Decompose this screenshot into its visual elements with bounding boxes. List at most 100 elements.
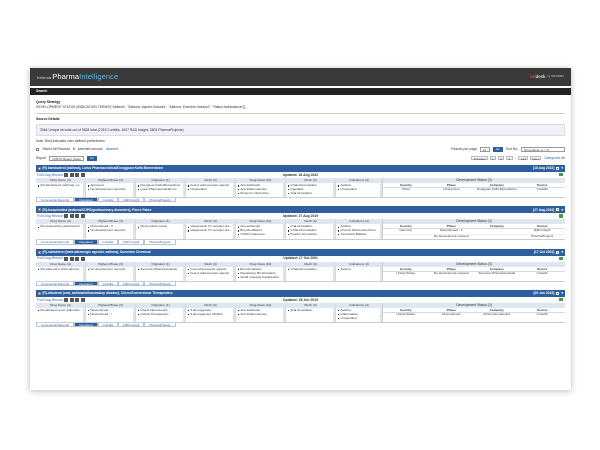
excel-export-icon[interactable] [559, 172, 563, 177]
cell-scrollbar[interactable] [183, 224, 185, 240]
page-1-button[interactable]: 1 [489, 156, 497, 161]
excel-export-icon[interactable] [559, 256, 563, 261]
source-tab[interactable]: Commercial Records [36, 197, 75, 203]
cell-scrollbar[interactable] [83, 183, 85, 197]
infdesk-logo[interactable]: infdesk by INFORMA [530, 74, 564, 80]
record-title[interactable]: (R)-salmeterol (beta adrenergic agonist,… [42, 250, 150, 254]
cell-scrollbar[interactable] [233, 183, 235, 197]
cell-scrollbar[interactable] [183, 266, 185, 281]
source-tab[interactable]: Integrated [74, 281, 98, 287]
cell-scrollbar[interactable] [283, 266, 285, 281]
next-page-button[interactable]: Next [529, 156, 542, 161]
cell-scrollbar[interactable] [333, 266, 335, 281]
source-tab[interactable]: R&D Insight [118, 281, 145, 287]
record-select-checkbox[interactable] [38, 208, 42, 212]
source-tab[interactable]: R&D Insight [118, 240, 145, 245]
source-tab[interactable]: Integrated [74, 322, 98, 328]
source-tab[interactable]: PharmaProjects [144, 240, 176, 245]
source-tab[interactable]: Cortellis [97, 322, 119, 328]
cell-scrollbar[interactable] [83, 308, 85, 322]
cell-scrollbar[interactable] [283, 308, 285, 322]
page-2-button[interactable]: 2 [497, 156, 505, 161]
source-tab[interactable]: Commercial Records [36, 281, 75, 287]
external-link-icon[interactable] [556, 208, 560, 212]
external-link-icon[interactable] [556, 167, 560, 171]
source-tab[interactable]: Integrated [74, 197, 98, 203]
cell-scrollbar[interactable] [333, 183, 335, 197]
collapse-icon[interactable]: ▾ [561, 291, 563, 295]
collapse-icon[interactable]: ▾ [561, 250, 563, 254]
record-action-icon[interactable] [64, 297, 69, 302]
cell-scrollbar[interactable] [283, 224, 285, 240]
record-select-checkbox[interactable] [38, 291, 42, 296]
page-3-button[interactable]: 3 [505, 156, 513, 161]
cell-scrollbar[interactable] [380, 183, 382, 197]
record-action-icon[interactable] [75, 214, 80, 218]
cell-scrollbar[interactable] [380, 308, 382, 322]
pharma-intelligence-logo[interactable]: InformaPharmaIntelligence [37, 73, 118, 81]
cell-scrollbar[interactable] [133, 308, 135, 322]
cell-scrollbar[interactable] [233, 224, 235, 240]
full-drug-record-link[interactable]: Full Drug Record [37, 214, 63, 218]
record-action-icon[interactable] [64, 172, 69, 177]
cell-scrollbar[interactable] [380, 266, 382, 281]
record-action-icon[interactable] [81, 297, 86, 302]
record-title[interactable]: (R)-isoquinoline (asthma/COPD/genitourin… [42, 208, 151, 212]
excel-export-icon[interactable] [559, 214, 563, 218]
excel-export-icon[interactable] [559, 297, 563, 302]
categorise-all-link[interactable]: Categorise All [544, 156, 565, 160]
sort-by-select[interactable]: Drug Name: A -> Z [521, 146, 565, 152]
cell-scrollbar[interactable] [183, 308, 185, 322]
external-link-icon[interactable] [556, 250, 560, 254]
results-per-page-select[interactable]: 10 [479, 146, 490, 152]
source-tab[interactable]: Cortellis [97, 281, 119, 287]
record-action-icon[interactable] [69, 297, 74, 302]
record-action-icon[interactable] [64, 214, 69, 218]
cell-scrollbar[interactable] [283, 183, 285, 197]
search-bar[interactable]: Search [30, 88, 571, 95]
record-select-checkbox[interactable] [38, 166, 42, 171]
source-tab[interactable]: Commercial Records [36, 322, 75, 328]
report-select[interactable]: CCB PI Report [Core] [49, 155, 85, 161]
source-tab[interactable]: Cortellis [97, 240, 119, 245]
record-action-icon[interactable] [64, 256, 69, 261]
record-action-icon[interactable] [75, 172, 80, 177]
source-tab[interactable]: PharmaProjects [144, 322, 176, 328]
cell-scrollbar[interactable] [83, 224, 85, 240]
full-drug-record-link[interactable]: Full Drug Record [37, 173, 63, 177]
record-action-icon[interactable] [81, 172, 86, 177]
select-all-checkbox[interactable] [36, 147, 40, 151]
cell-scrollbar[interactable] [333, 308, 335, 322]
cell-scrollbar[interactable] [83, 266, 85, 281]
cell-scrollbar[interactable] [380, 224, 382, 240]
record-action-icon[interactable] [75, 297, 80, 302]
source-tab[interactable]: PharmaProjects [144, 197, 176, 203]
cell-scrollbar[interactable] [333, 224, 335, 240]
report-go-button[interactable]: Go [87, 155, 98, 161]
record-action-icon[interactable] [75, 256, 80, 261]
collapse-icon[interactable]: ▾ [561, 208, 563, 212]
per-page-go-button[interactable]: Go [492, 146, 503, 152]
source-tab[interactable]: R&D Insight [118, 322, 145, 328]
source-tab[interactable]: R&D Insight [118, 197, 145, 203]
cell-scrollbar[interactable] [233, 308, 235, 322]
previous-page-button[interactable]: Previous [471, 156, 489, 161]
record-title[interactable]: (R) bambuterol (asthma), Lotus Pharmaceu… [42, 166, 163, 170]
last-page-button[interactable]: 123 [518, 156, 529, 161]
cell-scrollbar[interactable] [133, 266, 135, 281]
source-tab[interactable]: PharmaProjects [144, 281, 176, 287]
deselect-link[interactable]: deselect [106, 147, 119, 151]
source-tab[interactable]: Commercial Records [36, 240, 75, 245]
source-tab[interactable]: Integrated [74, 240, 98, 245]
record-action-icon[interactable] [81, 256, 86, 261]
record-action-icon[interactable] [69, 172, 74, 177]
record-title[interactable]: (R)-albuterol (oral, asthma/inflammatory… [42, 291, 172, 295]
cell-scrollbar[interactable] [183, 183, 185, 197]
source-tab[interactable]: Cortellis [97, 197, 119, 203]
record-action-icon[interactable] [69, 214, 74, 218]
record-select-checkbox[interactable] [38, 250, 42, 255]
full-drug-record-link[interactable]: Full Drug Record [37, 298, 63, 302]
cell-scrollbar[interactable] [233, 266, 235, 281]
external-link-icon[interactable] [556, 291, 560, 295]
cell-scrollbar[interactable] [133, 224, 135, 240]
